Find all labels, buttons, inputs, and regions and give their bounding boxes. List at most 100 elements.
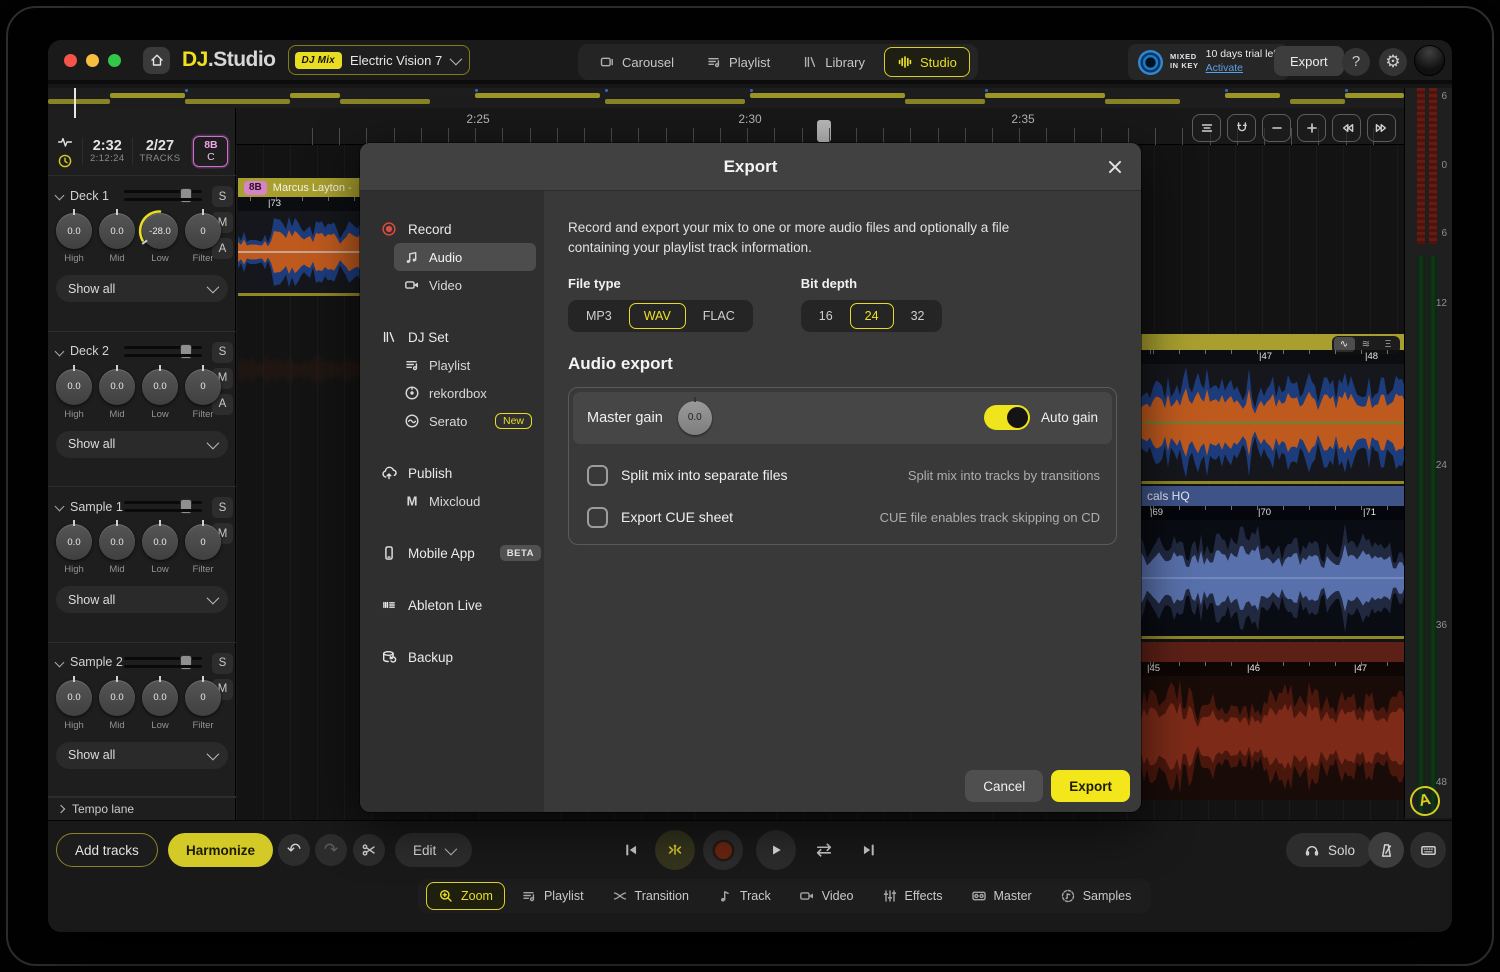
- loop-button[interactable]: ⇄: [811, 832, 837, 868]
- chevron-down-icon[interactable]: [55, 657, 65, 667]
- activate-link[interactable]: Activate: [1206, 62, 1243, 74]
- close-dialog-button[interactable]: [1103, 155, 1127, 179]
- file-type-option-wav[interactable]: WAV: [629, 303, 686, 329]
- show-all-dropdown[interactable]: Show all: [56, 586, 228, 613]
- skip-to-start-button[interactable]: [618, 832, 644, 868]
- cancel-button[interactable]: Cancel: [965, 770, 1043, 802]
- zoom-out-button[interactable]: [1262, 114, 1291, 142]
- record-button[interactable]: [703, 830, 743, 870]
- s-button[interactable]: S: [212, 653, 233, 674]
- minimize-window-button[interactable]: [86, 54, 99, 67]
- snap-magnet-button[interactable]: [1227, 114, 1256, 142]
- chevron-down-icon[interactable]: [55, 346, 65, 356]
- arrange-button[interactable]: [1192, 114, 1221, 142]
- key-badge[interactable]: 8B C: [193, 136, 228, 167]
- harmonize-button[interactable]: Harmonize: [168, 833, 273, 867]
- keyboard-shortcuts-button[interactable]: [1410, 832, 1446, 868]
- bit-depth-option-32[interactable]: 32: [896, 303, 940, 329]
- bottom-tab-master[interactable]: Master: [959, 882, 1044, 910]
- knob-filter[interactable]: 0 Filter: [185, 680, 221, 731]
- knob-filter[interactable]: 0 Filter: [185, 524, 221, 575]
- project-selector[interactable]: DJ Mix Electric Vision 7: [288, 45, 471, 75]
- deck-volume-slider[interactable]: [124, 344, 202, 359]
- knob-high[interactable]: 0.0 High: [56, 369, 92, 420]
- fast-forward-button[interactable]: [1367, 114, 1396, 142]
- avatar[interactable]: [1414, 45, 1445, 76]
- knob-mid[interactable]: 0.0 Mid: [99, 680, 135, 731]
- deck-volume-slider[interactable]: [124, 188, 202, 203]
- export-nav-dj-set[interactable]: DJ Set: [360, 323, 544, 351]
- knob-low[interactable]: -28.0 Low: [142, 213, 178, 264]
- bottom-tab-track[interactable]: Track: [705, 882, 783, 910]
- export-confirm-button[interactable]: Export: [1051, 770, 1130, 802]
- home-button[interactable]: [143, 47, 170, 74]
- knob-high[interactable]: 0.0 High: [56, 524, 92, 575]
- track-marcus-layton[interactable]: 8B Marcus Layton - |73: [238, 178, 362, 296]
- s-button[interactable]: S: [212, 186, 233, 207]
- deck-volume-slider[interactable]: [124, 655, 202, 670]
- checkbox-cue-sheet[interactable]: [587, 507, 608, 528]
- export-nav-publish[interactable]: Publish: [360, 459, 544, 487]
- knob-low[interactable]: 0.0 Low: [142, 524, 178, 575]
- minimap-playhead[interactable]: [74, 88, 76, 118]
- export-nav-backup[interactable]: Backup: [360, 643, 544, 671]
- cut-button[interactable]: [353, 834, 385, 866]
- knob-low[interactable]: 0.0 Low: [142, 680, 178, 731]
- undo-button[interactable]: ↶: [278, 834, 310, 866]
- show-all-dropdown[interactable]: Show all: [56, 742, 228, 769]
- track-vocals-hq[interactable]: cals HQ |69|70|71: [1141, 486, 1404, 639]
- bottom-tab-video[interactable]: Video: [787, 882, 866, 910]
- settings-button[interactable]: ⚙: [1379, 48, 1407, 76]
- track-right-3[interactable]: |45|46|47: [1141, 642, 1404, 800]
- bottom-tab-samples[interactable]: Samples: [1048, 882, 1144, 910]
- knob-mid[interactable]: 0.0 Mid: [99, 524, 135, 575]
- knob-low[interactable]: 0.0 Low: [142, 369, 178, 420]
- header-export-button[interactable]: Export: [1274, 46, 1344, 76]
- knob-mid[interactable]: 0.0 Mid: [99, 213, 135, 264]
- tab-studio[interactable]: Studio: [884, 47, 970, 77]
- tab-carousel[interactable]: Carousel: [586, 47, 687, 77]
- close-window-button[interactable]: [64, 54, 77, 67]
- bottom-tab-playlist[interactable]: Playlist: [509, 882, 596, 910]
- export-nav-serato[interactable]: SeratoNew: [394, 407, 536, 435]
- help-button[interactable]: ?: [1342, 48, 1370, 76]
- export-nav-ableton-live[interactable]: Ableton Live: [360, 591, 544, 619]
- tab-playlist[interactable]: Playlist: [693, 47, 783, 77]
- mix-overview-minimap[interactable]: [48, 88, 1404, 108]
- skip-to-end-button[interactable]: [856, 832, 882, 868]
- show-all-dropdown[interactable]: Show all: [56, 431, 228, 458]
- solo-button[interactable]: Solo: [1286, 833, 1373, 867]
- show-all-dropdown[interactable]: Show all: [56, 275, 228, 302]
- knob-mid[interactable]: 0.0 Mid: [99, 369, 135, 420]
- knob-high[interactable]: 0.0 High: [56, 213, 92, 264]
- redo-button[interactable]: ↷: [315, 834, 347, 866]
- play-button[interactable]: [756, 830, 796, 870]
- export-nav-mobile-app[interactable]: Mobile AppBETA: [360, 539, 544, 567]
- rewind-button[interactable]: [1332, 114, 1361, 142]
- track-right-1[interactable]: ∿ ≋ Ξ |47|48: [1141, 334, 1404, 484]
- zoom-window-button[interactable]: [108, 54, 121, 67]
- zoom-in-button[interactable]: [1297, 114, 1326, 142]
- file-type-option-mp3[interactable]: MP3: [571, 303, 627, 329]
- tempo-lane-toggle[interactable]: Tempo lane: [48, 796, 236, 820]
- chevron-down-icon[interactable]: [55, 502, 65, 512]
- metronome-button[interactable]: [1368, 832, 1404, 868]
- edit-menu-button[interactable]: Edit: [395, 833, 472, 867]
- add-tracks-button[interactable]: Add tracks: [56, 833, 158, 867]
- s-button[interactable]: S: [212, 497, 233, 518]
- file-type-option-flac[interactable]: FLAC: [688, 303, 750, 329]
- time-ruler[interactable]: 2:252:302:35: [236, 108, 1404, 145]
- bit-depth-option-24[interactable]: 24: [850, 303, 894, 329]
- bottom-tab-effects[interactable]: Effects: [870, 882, 955, 910]
- bottom-tab-zoom[interactable]: Zoom: [426, 882, 505, 910]
- export-nav-video[interactable]: Video: [394, 271, 536, 299]
- tab-library[interactable]: Library: [789, 47, 878, 77]
- bottom-tab-transition[interactable]: Transition: [600, 882, 701, 910]
- go-to-playhead-button[interactable]: [655, 830, 695, 870]
- chevron-down-icon[interactable]: [55, 191, 65, 201]
- s-button[interactable]: S: [212, 342, 233, 363]
- export-nav-record[interactable]: Record: [360, 215, 544, 243]
- bit-depth-option-16[interactable]: 16: [804, 303, 848, 329]
- export-nav-mixcloud[interactable]: M Mixcloud: [394, 487, 536, 515]
- auto-gain-toggle[interactable]: [984, 405, 1030, 430]
